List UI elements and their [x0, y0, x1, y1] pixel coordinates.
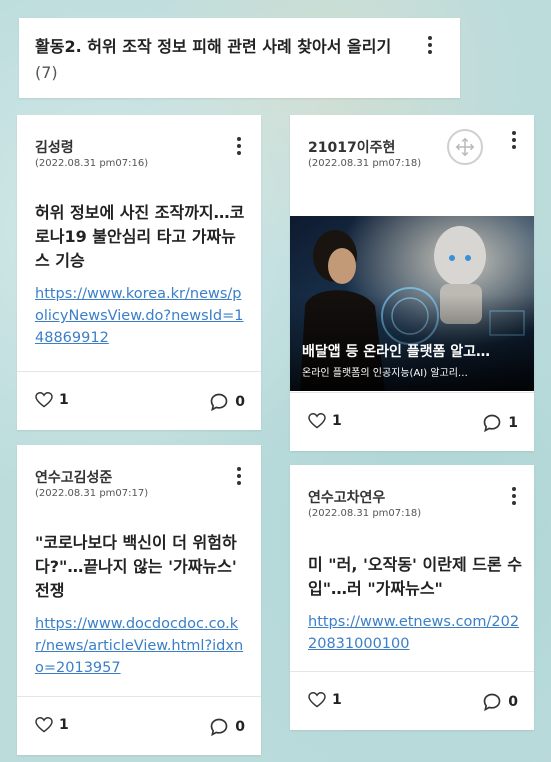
- thumbnail-title: 배달앱 등 온라인 플랫폼 알고…: [302, 344, 491, 360]
- like-count: 1: [332, 413, 342, 429]
- post-footer: 1 1: [290, 392, 534, 451]
- comment-icon: [483, 414, 501, 433]
- post-card[interactable]: 연수고차연우 (2022.08.31 pm07:18) 미 "러, '오작동' …: [290, 465, 534, 730]
- post-footer: 1 0: [290, 671, 534, 730]
- comment-count: 0: [508, 694, 518, 710]
- comment-button[interactable]: 1: [482, 413, 518, 433]
- post-title: 미 "러, '오작동' 이란제 드론 수입"…러 "가짜뉴스": [308, 555, 522, 598]
- move-arrows-icon: [455, 137, 475, 157]
- post-link[interactable]: https://www.docdocdoc.co.kr/news/article…: [35, 613, 249, 679]
- post-title: "코로나보다 백신이 더 위험하다?"…끝나지 않는 '가짜뉴스' 전쟁: [35, 533, 237, 600]
- heart-icon: [308, 413, 326, 429]
- post-link[interactable]: https://www.korea.kr/news/policyNewsView…: [35, 283, 249, 349]
- post-link[interactable]: https://www.etnews.com/20220831000100: [308, 611, 522, 655]
- section-menu-icon[interactable]: [427, 36, 433, 54]
- post-menu-icon[interactable]: [511, 487, 517, 505]
- comment-count: 0: [235, 719, 245, 735]
- thumbnail-caption: 배달앱 등 온라인 플랫폼 알고… 온라인 플랫폼의 인공지능(AI) 알고리…: [302, 341, 524, 379]
- post-card[interactable]: 21017이주현 (2022.08.31 pm07:18) 배달앱 등 온라인 …: [290, 115, 534, 451]
- post-author: 연수고김성준: [35, 470, 113, 486]
- post-timestamp: (2022.08.31 pm07:17): [35, 488, 149, 499]
- like-button[interactable]: 1: [308, 413, 342, 429]
- post-menu-icon[interactable]: [236, 467, 242, 485]
- post-timestamp: (2022.08.31 pm07:16): [35, 158, 149, 169]
- like-button[interactable]: 1: [308, 692, 342, 708]
- comment-icon: [483, 693, 501, 712]
- section-title-text: 활동2. 허위 조작 정보 피해 관련 사례 찾아서 올리기: [35, 37, 392, 56]
- post-author: 김성령: [35, 140, 74, 156]
- post-menu-icon[interactable]: [236, 137, 242, 155]
- post-menu-icon[interactable]: [511, 131, 517, 149]
- thumbnail-subtitle: 온라인 플랫폼의 인공지능(AI) 알고리…: [302, 368, 468, 379]
- comment-button[interactable]: 0: [209, 717, 245, 737]
- heart-icon: [35, 392, 53, 408]
- like-button[interactable]: 1: [35, 717, 69, 733]
- heart-icon: [308, 692, 326, 708]
- like-button[interactable]: 1: [35, 392, 69, 408]
- post-thumbnail[interactable]: 배달앱 등 온라인 플랫폼 알고… 온라인 플랫폼의 인공지능(AI) 알고리…: [290, 216, 534, 391]
- comment-count: 1: [508, 415, 518, 431]
- section-post-count: (7): [35, 63, 58, 82]
- post-timestamp: (2022.08.31 pm07:18): [308, 158, 422, 169]
- comment-button[interactable]: 0: [482, 692, 518, 712]
- post-footer: 1 0: [17, 371, 261, 430]
- comment-icon: [210, 393, 228, 412]
- comment-count: 0: [235, 394, 245, 410]
- post-footer: 1 0: [17, 696, 261, 755]
- post-timestamp: (2022.08.31 pm07:18): [308, 508, 422, 519]
- post-card[interactable]: 김성령 (2022.08.31 pm07:16) 허위 정보에 사진 조작까지……: [17, 115, 261, 430]
- comment-button[interactable]: 0: [209, 392, 245, 412]
- like-count: 1: [59, 392, 69, 408]
- post-card[interactable]: 연수고김성준 (2022.08.31 pm07:17) "코로나보다 백신이 더…: [17, 445, 261, 755]
- section-header: 활동2. 허위 조작 정보 피해 관련 사례 찾아서 올리기 (7): [19, 18, 460, 98]
- post-author: 21017이주현: [308, 140, 396, 156]
- post-title: 허위 정보에 사진 조작까지…코로나19 불안심리 타고 가짜뉴스 기승: [35, 203, 245, 270]
- heart-icon: [35, 717, 53, 733]
- post-author: 연수고차연우: [308, 490, 386, 506]
- section-title: 활동2. 허위 조작 정보 피해 관련 사례 찾아서 올리기 (7): [35, 34, 415, 86]
- move-button[interactable]: [447, 129, 483, 165]
- like-count: 1: [59, 717, 69, 733]
- like-count: 1: [332, 692, 342, 708]
- comment-icon: [210, 718, 228, 737]
